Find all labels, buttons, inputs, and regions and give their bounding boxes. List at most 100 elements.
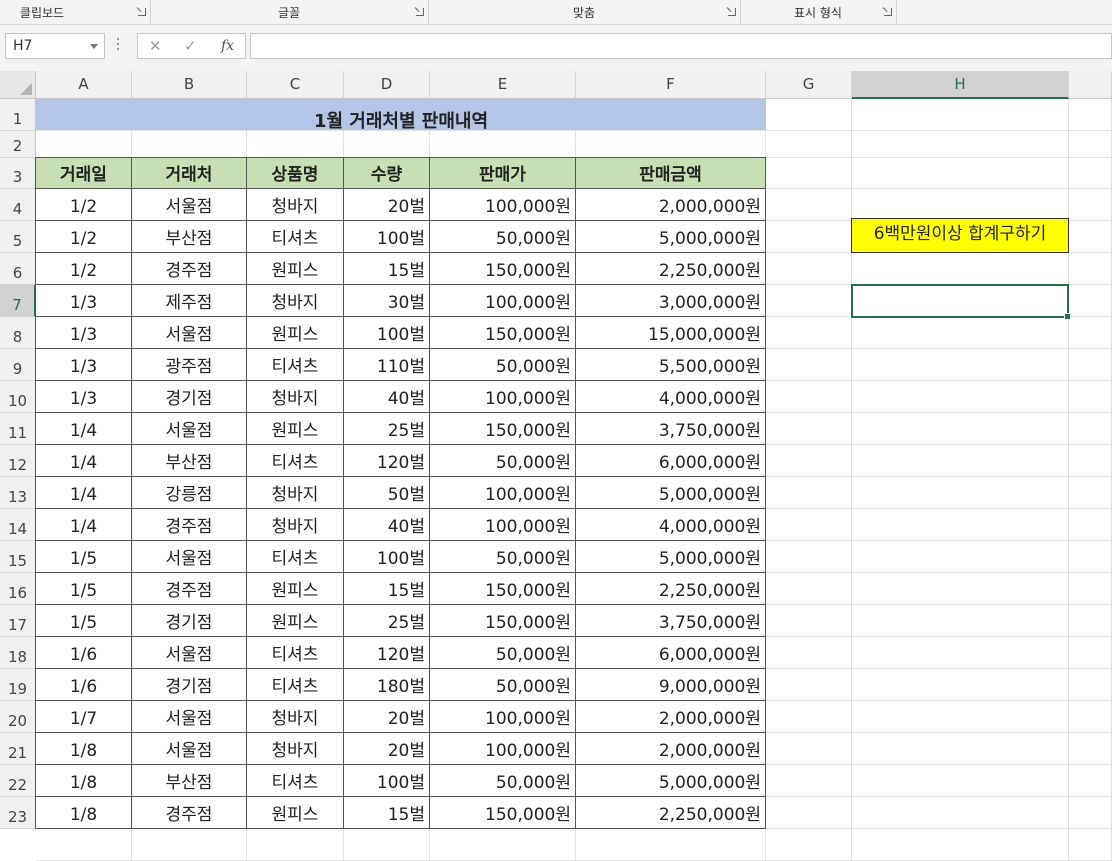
table-cell[interactable]: 1/4 — [35, 413, 132, 445]
cell[interactable] — [766, 797, 852, 829]
table-cell[interactable]: 20벌 — [344, 701, 430, 733]
table-cell[interactable]: 2,250,000원 — [576, 573, 766, 605]
table-cell[interactable]: 2,000,000원 — [576, 701, 766, 733]
table-cell[interactable]: 100,000원 — [430, 701, 576, 733]
cell[interactable] — [1069, 733, 1112, 765]
select-all-button[interactable] — [0, 71, 36, 99]
table-cell[interactable]: 15벌 — [344, 573, 430, 605]
table-cell[interactable]: 6,000,000원 — [576, 637, 766, 669]
cell[interactable] — [1069, 381, 1112, 413]
table-cell[interactable]: 100벌 — [344, 317, 430, 349]
insert-function-icon[interactable]: fx — [221, 38, 234, 54]
table-cell[interactable]: 25벌 — [344, 605, 430, 637]
table-cell[interactable]: 청바지 — [247, 285, 344, 317]
column-header-d[interactable]: D — [344, 71, 430, 99]
table-cell[interactable]: 2,000,000원 — [576, 733, 766, 765]
table-header-cell[interactable]: 판매가 — [430, 157, 576, 189]
table-cell[interactable]: 서울점 — [132, 541, 247, 573]
cell[interactable] — [852, 349, 1069, 381]
table-header-cell[interactable]: 수량 — [344, 157, 430, 189]
table-cell[interactable]: 청바지 — [247, 733, 344, 765]
column-header-next[interactable] — [1069, 71, 1112, 99]
worksheet-grid[interactable]: A B C D E F G H 1 2 3 4 5 6 7 8 9 10 11 12 13 14 15 16 17 18 19 20 2… — [0, 71, 1112, 861]
row-header-9[interactable]: 9 — [0, 349, 36, 381]
cell[interactable] — [1069, 477, 1112, 509]
table-cell[interactable]: 원피스 — [247, 413, 344, 445]
row-header-8[interactable]: 8 — [0, 317, 36, 349]
table-cell[interactable]: 티셔츠 — [247, 349, 344, 381]
table-cell[interactable]: 1/4 — [35, 509, 132, 541]
table-cell[interactable]: 1/6 — [35, 637, 132, 669]
cell[interactable] — [1069, 701, 1112, 733]
cell[interactable] — [576, 131, 766, 158]
table-cell[interactable]: 경기점 — [132, 381, 247, 413]
cell[interactable] — [852, 99, 1069, 131]
table-cell[interactable]: 1/5 — [35, 605, 132, 637]
table-cell[interactable]: 1/3 — [35, 349, 132, 381]
row-header-13[interactable]: 13 — [0, 477, 36, 509]
cell[interactable] — [852, 189, 1069, 221]
cell[interactable] — [852, 541, 1069, 573]
cell[interactable] — [766, 317, 852, 349]
table-cell[interactable]: 50,000원 — [430, 349, 576, 381]
column-header-c[interactable]: C — [247, 71, 344, 99]
column-header-g[interactable]: G — [766, 71, 852, 99]
table-cell[interactable]: 티셔츠 — [247, 221, 344, 253]
table-cell[interactable]: 20벌 — [344, 189, 430, 221]
table-cell[interactable]: 서울점 — [132, 733, 247, 765]
table-cell[interactable]: 6,000,000원 — [576, 445, 766, 477]
table-cell[interactable]: 150,000원 — [430, 317, 576, 349]
cell[interactable] — [1069, 541, 1112, 573]
table-cell[interactable]: 광주점 — [132, 349, 247, 381]
table-cell[interactable]: 25벌 — [344, 413, 430, 445]
cell[interactable] — [1069, 285, 1112, 317]
table-cell[interactable]: 강릉점 — [132, 477, 247, 509]
table-cell[interactable]: 100,000원 — [430, 189, 576, 221]
cell[interactable] — [766, 765, 852, 797]
cell[interactable] — [766, 413, 852, 445]
cell[interactable] — [766, 253, 852, 285]
table-cell[interactable]: 경주점 — [132, 509, 247, 541]
table-cell[interactable]: 1/3 — [35, 317, 132, 349]
table-cell[interactable]: 20벌 — [344, 733, 430, 765]
row-header-16[interactable]: 16 — [0, 573, 36, 605]
table-cell[interactable]: 1/6 — [35, 669, 132, 701]
cell[interactable] — [766, 573, 852, 605]
table-cell[interactable]: 40벌 — [344, 381, 430, 413]
table-cell[interactable]: 5,000,000원 — [576, 477, 766, 509]
cell[interactable] — [766, 509, 852, 541]
table-cell[interactable]: 부산점 — [132, 765, 247, 797]
table-cell[interactable]: 50,000원 — [430, 221, 576, 253]
cancel-icon[interactable]: ✕ — [149, 37, 162, 55]
table-cell[interactable]: 110벌 — [344, 349, 430, 381]
table-cell[interactable]: 1/2 — [35, 253, 132, 285]
cell[interactable] — [1069, 445, 1112, 477]
name-box-dropdown-icon[interactable] — [90, 44, 98, 49]
cell[interactable] — [132, 131, 247, 158]
table-cell[interactable]: 서울점 — [132, 317, 247, 349]
table-cell[interactable]: 티셔츠 — [247, 765, 344, 797]
cell[interactable] — [852, 765, 1069, 797]
table-cell[interactable]: 1/8 — [35, 797, 132, 829]
table-cell[interactable]: 5,500,000원 — [576, 349, 766, 381]
cell[interactable] — [1069, 637, 1112, 669]
cell[interactable] — [766, 445, 852, 477]
table-cell[interactable]: 100벌 — [344, 541, 430, 573]
table-cell[interactable]: 서울점 — [132, 637, 247, 669]
table-cell[interactable]: 1/5 — [35, 541, 132, 573]
cell[interactable] — [430, 131, 576, 158]
table-header-cell[interactable]: 상품명 — [247, 157, 344, 189]
cell[interactable] — [766, 541, 852, 573]
table-cell[interactable]: 서울점 — [132, 701, 247, 733]
table-cell[interactable]: 150,000원 — [430, 605, 576, 637]
row-header-22[interactable]: 22 — [0, 765, 36, 797]
table-cell[interactable]: 티셔츠 — [247, 541, 344, 573]
table-cell[interactable]: 원피스 — [247, 253, 344, 285]
table-cell[interactable]: 원피스 — [247, 317, 344, 349]
cell[interactable] — [852, 413, 1069, 445]
cell[interactable] — [852, 509, 1069, 541]
table-cell[interactable]: 40벌 — [344, 509, 430, 541]
table-cell[interactable]: 1/8 — [35, 733, 132, 765]
cell[interactable] — [766, 349, 852, 381]
table-cell[interactable]: 서울점 — [132, 189, 247, 221]
